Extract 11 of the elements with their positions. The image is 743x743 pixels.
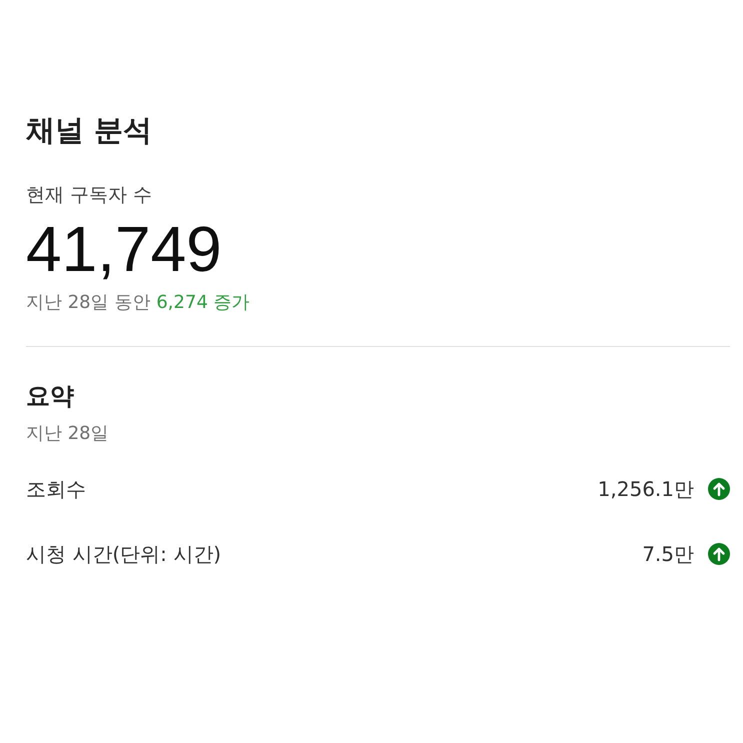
period-text: 지난 28일 동안 bbox=[26, 291, 150, 315]
metric-label: 조회수 bbox=[26, 476, 86, 503]
metric-label: 시청 시간(단위: 시간) bbox=[26, 541, 222, 568]
metric-value: 7.5만 bbox=[642, 541, 694, 568]
summary-title: 요약 bbox=[26, 381, 75, 412]
metric-value: 1,256.1만 bbox=[598, 476, 694, 503]
subscriber-label: 현재 구독자 수 bbox=[26, 183, 154, 208]
subscriber-change: 6,274 증가 bbox=[156, 291, 250, 315]
page-title: 채널 분석 bbox=[26, 112, 154, 149]
summary-period: 지난 28일 bbox=[26, 422, 110, 446]
subscriber-count: 41,749 bbox=[26, 214, 223, 284]
